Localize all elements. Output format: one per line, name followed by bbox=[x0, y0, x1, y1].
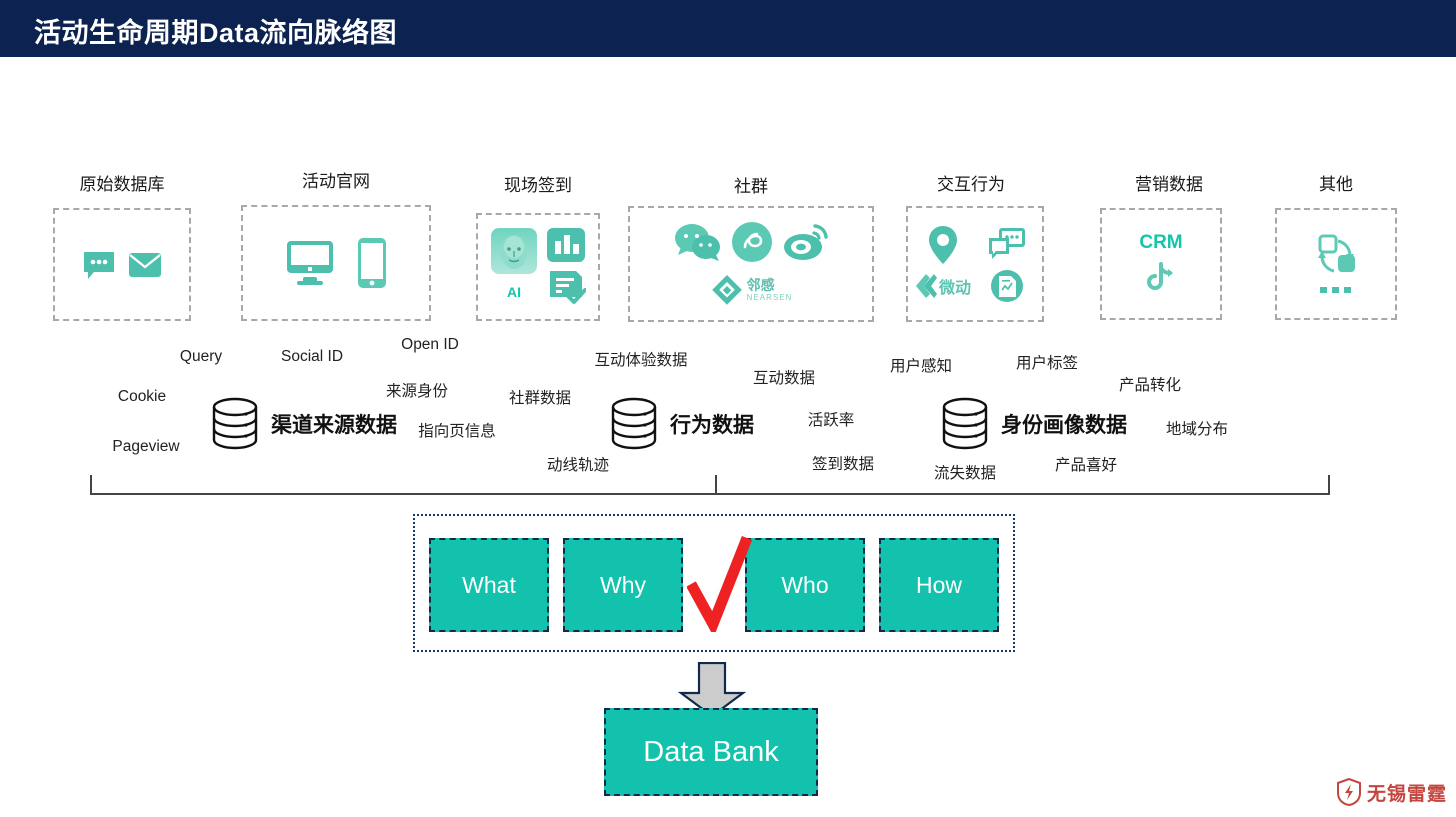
watermark-text: 无锡雷霆 bbox=[1367, 783, 1448, 805]
chat-bubble-icon bbox=[84, 251, 114, 279]
cluster-title-identity-profile: 身份画像数据 bbox=[1001, 414, 1127, 437]
source-box-marketing[interactable]: CRM bbox=[1100, 208, 1222, 320]
ai-badge-label: AI bbox=[507, 284, 521, 300]
w-box-who[interactable]: Who bbox=[745, 538, 865, 632]
data-bank-box[interactable]: Data Bank bbox=[604, 708, 818, 796]
source-box-other[interactable] bbox=[1275, 208, 1397, 320]
source-label-1: 活动官网 bbox=[302, 172, 370, 191]
keyword-open-id: Open ID bbox=[401, 336, 459, 353]
document-check-icon bbox=[550, 271, 586, 304]
weidong-brand-label: 微动 bbox=[938, 278, 971, 297]
w-question-group: What Why Who How bbox=[413, 514, 1015, 652]
sync-arrows-icon bbox=[1318, 234, 1355, 273]
cluster-title-channel-source: 渠道来源数据 bbox=[271, 414, 397, 437]
keyword-cookie: Cookie bbox=[117, 388, 167, 405]
w-box-why[interactable]: Why bbox=[563, 538, 683, 632]
source-box-event-site[interactable] bbox=[241, 205, 431, 321]
keyword-community-data: 社群数据 bbox=[508, 390, 572, 407]
source-box-onsite-checkin[interactable]: AI bbox=[476, 213, 600, 321]
keyword-user-perception: 用户感知 bbox=[889, 358, 953, 375]
nearsen-brand-en: NEARSEN bbox=[746, 293, 793, 302]
keyword-region-distribution: 地域分布 bbox=[1165, 421, 1229, 438]
ellipsis-icon bbox=[1320, 287, 1351, 293]
wechat-miniprogram-icon bbox=[732, 222, 772, 262]
keyword-product-conversion: 产品转化 bbox=[1118, 377, 1182, 394]
keyword-query: Query bbox=[179, 348, 223, 365]
bar-chart-icon bbox=[547, 228, 585, 262]
source-label-5: 营销数据 bbox=[1135, 175, 1203, 194]
chat-bubbles-icon bbox=[989, 228, 1025, 259]
mobile-phone-icon bbox=[358, 238, 386, 288]
keyword-active-rate: 活跃率 bbox=[807, 412, 855, 429]
keyword-landing-page-info: 指向页信息 bbox=[418, 423, 496, 440]
location-pin-icon bbox=[928, 226, 957, 264]
source-box-original-db[interactable] bbox=[53, 208, 191, 321]
database-cylinder-icon bbox=[611, 397, 657, 450]
cluster-identity-profile: 身份画像数据 bbox=[937, 396, 1127, 452]
crm-badge-label: CRM bbox=[1139, 232, 1183, 253]
desktop-monitor-icon bbox=[287, 241, 333, 285]
keyword-product-preference: 产品喜好 bbox=[1054, 457, 1118, 474]
nearsen-brand-cn: 邻感 bbox=[746, 277, 775, 293]
red-check-mark-icon bbox=[687, 535, 753, 632]
source-label-2: 现场签到 bbox=[504, 176, 572, 195]
database-cylinder-icon bbox=[212, 397, 258, 450]
database-cylinder-icon bbox=[942, 397, 988, 450]
source-box-community[interactable]: 邻感 NEARSEN bbox=[628, 206, 874, 322]
keyword-user-tag: 用户标签 bbox=[1015, 355, 1079, 372]
weibo-icon bbox=[784, 224, 828, 260]
w-box-how[interactable]: How bbox=[879, 538, 999, 632]
cluster-behavior-data: 行为数据 bbox=[606, 396, 754, 452]
source-label-0: 原始数据库 bbox=[79, 175, 165, 194]
envelope-icon bbox=[129, 252, 161, 277]
source-box-interaction[interactable]: 微动 bbox=[906, 206, 1044, 322]
keyword-checkin-data: 签到数据 bbox=[811, 456, 875, 473]
keyword-pageview: Pageview bbox=[112, 438, 180, 455]
cluster-channel-source: 渠道来源数据 bbox=[207, 396, 397, 452]
source-label-4: 交互行为 bbox=[937, 175, 1005, 194]
source-label-6: 其他 bbox=[1319, 175, 1353, 194]
watermark: 无锡雷霆 bbox=[1336, 778, 1447, 806]
douyin-icon bbox=[1147, 262, 1173, 290]
page-title: 活动生命周期Data流向脉络图 bbox=[34, 18, 398, 48]
keyword-movement-track: 动线轨迹 bbox=[546, 457, 610, 474]
w-box-what[interactable]: What bbox=[429, 538, 549, 632]
keyword-social-id: Social ID bbox=[280, 348, 344, 365]
aggregation-bracket bbox=[90, 475, 1330, 495]
keyword-interactive-experience: 互动体验数据 bbox=[594, 352, 688, 369]
weidong-logo-icon bbox=[915, 274, 937, 298]
shield-lightning-icon bbox=[1337, 778, 1361, 806]
nearsen-logo-icon bbox=[711, 275, 742, 305]
keyword-interaction-data: 互动数据 bbox=[752, 370, 816, 387]
wechat-icon bbox=[675, 224, 720, 261]
cluster-title-behavior-data: 行为数据 bbox=[670, 414, 754, 437]
document-chart-icon bbox=[991, 270, 1023, 302]
source-label-3: 社群 bbox=[734, 177, 768, 196]
ai-face-recognition-icon bbox=[491, 228, 537, 274]
